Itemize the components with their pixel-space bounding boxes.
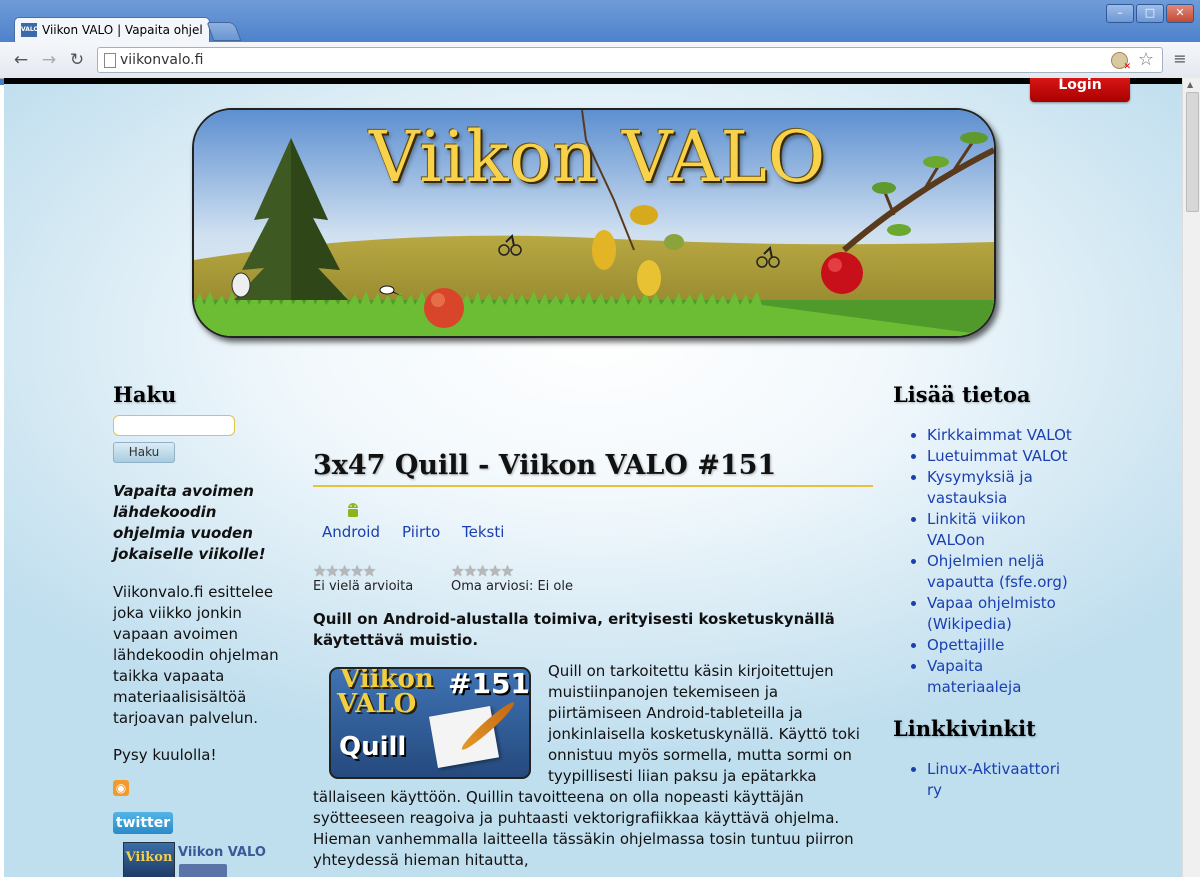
url-text[interactable]: viikonvalo.fi <box>120 52 203 68</box>
link-brightest[interactable]: Kirkkaimmat VALOt <box>927 426 1072 444</box>
left-sidebar: Haku Haku Vapaita avoimen lähdekoodin oh… <box>113 382 293 877</box>
stay-tuned-text: Pysy kuulolla! <box>113 746 217 764</box>
browser-toolbar: ← → ↻ viikonvalo.fi ☆ ≡ <box>0 42 1200 79</box>
link-free-software-wikipedia[interactable]: Vapaa ohjelmisto (Wikipedia) <box>927 594 1056 633</box>
browser-tab[interactable]: VALO Viikon VALO | Vapaita ohjelmia <box>14 17 210 43</box>
main-content: 3x47 Quill - Viikon VALO #151 Android Pi… <box>313 450 873 871</box>
scroll-up-icon[interactable]: ▲ <box>1187 80 1193 89</box>
reload-icon[interactable]: ↻ <box>67 51 87 69</box>
window-controls: – □ ✕ <box>1106 4 1194 23</box>
login-button[interactable]: Login <box>1030 78 1130 102</box>
post-image-name: Quill <box>339 732 407 762</box>
user-rating-label: Oma arviosi: Ei ole <box>451 579 573 594</box>
scrollbar[interactable]: ▲ <box>1182 78 1200 877</box>
banner-title: Viikon VALO <box>369 116 827 198</box>
link-tips-heading: Linkkivinkit <box>893 716 1036 741</box>
post-image-number: #151 <box>448 667 530 700</box>
user-rating-stars[interactable]: ★★★★★ <box>451 562 514 580</box>
link-teachers[interactable]: Opettajille <box>927 636 1004 654</box>
android-icon <box>348 503 358 517</box>
link-four-freedoms[interactable]: Ohjelmien neljä vapautta (fsfe.org) <box>927 552 1068 591</box>
link-link-to-us[interactable]: Linkitä viikon VALOon <box>927 510 1026 549</box>
more-info-heading: Lisää tietoa <box>893 382 1031 407</box>
post-image[interactable]: Viikon VALO #151 Quill <box>329 667 531 779</box>
list-item: Ohjelmien neljä vapautta (fsfe.org) <box>927 551 1073 593</box>
list-item: Vapaita materiaaleja <box>927 656 1073 698</box>
tag-teksti[interactable]: Teksti <box>462 523 504 541</box>
post-image-line1: Viikon <box>340 667 434 694</box>
scrollbar-thumb[interactable] <box>1186 92 1199 212</box>
page-icon <box>104 53 116 68</box>
tag-piirto[interactable]: Piirto <box>402 523 440 541</box>
list-item: Kysymyksiä ja vastauksia <box>927 467 1073 509</box>
list-item: Luetuimmat VALOt <box>927 446 1073 467</box>
post-image-line2: VALO <box>337 689 417 719</box>
average-rating-stars: ★★★★★ <box>313 562 376 580</box>
intro-text: Viikonvalo.fi esittelee joka viikko jonk… <box>113 583 279 727</box>
fb-page-thumbnail[interactable]: Viikon <box>123 842 175 877</box>
star-icon[interactable]: ☆ <box>1138 49 1154 70</box>
minimize-button[interactable]: – <box>1106 4 1134 23</box>
post-title[interactable]: 3x47 Quill - Viikon VALO #151 <box>313 450 873 487</box>
browser-chrome: – □ ✕ VALO Viikon VALO | Vapaita ohjelmi… <box>0 0 1200 85</box>
blocked-content-icon[interactable] <box>1111 52 1131 72</box>
list-item: Linux-Aktivaattori ry <box>927 759 1073 801</box>
right-sidebar: Lisää tietoa Kirkkaimmat VALOt Luetuimma… <box>893 382 1073 801</box>
top-bar <box>4 78 1182 84</box>
back-icon[interactable]: ← <box>11 51 31 69</box>
post-lead: Quill on Android-alustalla toimiva, erit… <box>313 610 835 649</box>
address-bar[interactable]: viikonvalo.fi ☆ <box>97 47 1163 73</box>
maximize-button[interactable]: □ <box>1136 4 1164 23</box>
link-free-materials[interactable]: Vapaita materiaaleja <box>927 657 1021 696</box>
new-tab-button[interactable] <box>206 22 242 41</box>
link-linux-aktivaattori[interactable]: Linux-Aktivaattori ry <box>927 760 1060 799</box>
twitter-button[interactable]: twitter <box>113 812 173 834</box>
facebook-widget: Viikon Viikon VALO <box>113 842 293 877</box>
search-heading: Haku <box>113 382 177 407</box>
list-item: Linkitä viikon VALOon <box>927 509 1073 551</box>
link-most-read[interactable]: Luetuimmat VALOt <box>927 447 1068 465</box>
tagline: Vapaita avoimen lähdekoodin ohjelmia vuo… <box>113 482 266 563</box>
site-banner[interactable]: Viikon VALO <box>192 108 996 338</box>
post-body: Viikon VALO #151 Quill Quill on tarkoite… <box>313 661 873 871</box>
fb-like-button[interactable] <box>179 864 227 877</box>
tab-title: Viikon VALO | Vapaita ohjelmia <box>42 23 202 37</box>
more-info-links: Kirkkaimmat VALOt Luetuimmat VALOt Kysym… <box>893 425 1073 698</box>
post-tags: Android Piirto Teksti <box>322 501 873 545</box>
search-button[interactable]: Haku <box>113 442 175 463</box>
list-item: Opettajille <box>927 635 1073 656</box>
search-input[interactable] <box>113 415 235 436</box>
document-icon <box>428 706 500 768</box>
list-item: Kirkkaimmat VALOt <box>927 425 1073 446</box>
link-faq[interactable]: Kysymyksiä ja vastauksia <box>927 468 1033 507</box>
list-item: Vapaa ohjelmisto (Wikipedia) <box>927 593 1073 635</box>
forward-icon[interactable]: → <box>39 51 59 69</box>
average-rating-label: Ei vielä arvioita <box>313 579 414 594</box>
ratings: ★★★★★ Ei vielä arvioita ★★★★★ Oma arvios… <box>313 562 873 598</box>
tab-favicon-icon: VALO <box>21 23 39 37</box>
page-viewport: Login Viikon VALO Haku Haku Vapaita avoi… <box>4 78 1182 877</box>
fb-page-name[interactable]: Viikon VALO <box>178 845 266 860</box>
close-button[interactable]: ✕ <box>1166 4 1194 23</box>
menu-icon[interactable]: ≡ <box>1172 51 1188 67</box>
rss-icon[interactable]: ◉ <box>113 780 129 796</box>
tag-android[interactable]: Android <box>322 523 380 541</box>
link-tips-list: Linux-Aktivaattori ry <box>893 759 1073 801</box>
